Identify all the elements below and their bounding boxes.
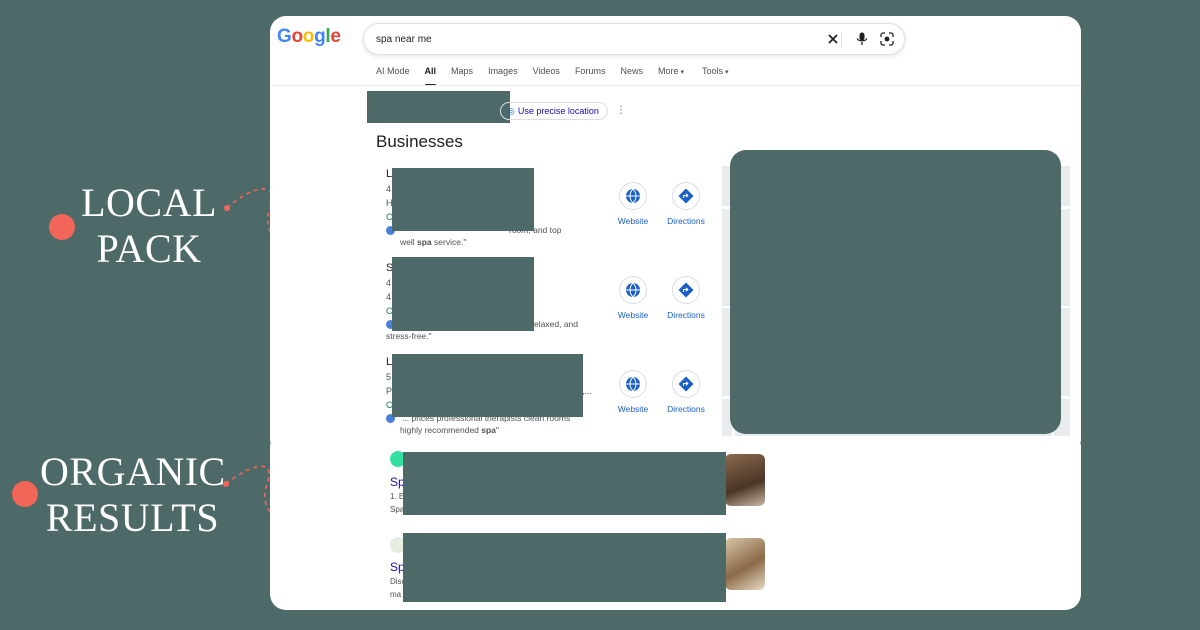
- tab-ai-mode[interactable]: AI Mode: [376, 66, 410, 86]
- tab-images[interactable]: Images: [488, 66, 518, 86]
- tab-maps[interactable]: Maps: [451, 66, 473, 86]
- logo-letter: G: [277, 26, 292, 47]
- organic-result-thumbnail[interactable]: [725, 538, 765, 590]
- redacted-listing-name: [392, 354, 583, 417]
- directions-label: Directions: [667, 404, 705, 414]
- website-label: Website: [617, 404, 649, 414]
- tab-label: More: [657, 66, 679, 76]
- redacted-organic-result: [403, 452, 726, 515]
- review-text: service.": [431, 237, 467, 247]
- local-pack-label-line2: PACK: [96, 226, 202, 271]
- tab-tools[interactable]: Tools ▾: [702, 66, 729, 86]
- review-highlight: spa: [417, 237, 432, 247]
- tab-label: News: [620, 66, 643, 76]
- camera-lens-icon[interactable]: [879, 31, 895, 47]
- website-label: Website: [617, 310, 649, 320]
- businesses-heading: Businesses: [376, 132, 463, 151]
- redacted-map: [730, 150, 1061, 434]
- organic-results-label: ORGANIC RESULTS: [40, 449, 225, 541]
- tab-label: Videos: [532, 66, 560, 76]
- tab-label: Tools: [702, 66, 724, 76]
- review-highlight: spa: [481, 425, 496, 435]
- logo-letter: g: [314, 26, 326, 47]
- organic-results-marker-dot: [12, 481, 38, 507]
- website-button[interactable]: Website: [603, 276, 663, 320]
- tab-all[interactable]: All: [424, 66, 437, 86]
- location-button-label: Use precise location: [517, 106, 599, 116]
- globe-icon: [619, 182, 647, 210]
- search-divider: [841, 32, 842, 48]
- directions-label: Directions: [667, 216, 705, 226]
- local-pack-label: LOCAL PACK: [78, 180, 220, 272]
- use-precise-location-button[interactable]: ◎ Use precise location: [500, 102, 608, 120]
- location-target-icon: ◎: [507, 105, 515, 116]
- local-pack-marker-dot: [49, 214, 75, 240]
- directions-icon: [672, 276, 700, 304]
- listing-rating: 4: [386, 278, 392, 288]
- website-label: Website: [617, 216, 649, 226]
- organic-result-thumbnail[interactable]: [725, 454, 765, 506]
- redacted-location: [367, 91, 510, 123]
- directions-label: Directions: [667, 310, 705, 320]
- logo-letter: o: [291, 26, 303, 47]
- tab-more[interactable]: More ▾: [658, 66, 684, 86]
- globe-icon: [619, 276, 647, 304]
- local-pack-label-line1: LOCAL: [81, 180, 217, 225]
- serp-organic-results-card: Sp 1. E Spa Sp Disc ma: [270, 440, 1081, 610]
- close-icon[interactable]: [825, 31, 841, 47]
- tabs-divider: [270, 85, 1081, 86]
- logo-letter: e: [330, 26, 341, 47]
- website-button[interactable]: Website: [603, 370, 663, 414]
- directions-button[interactable]: Directions: [656, 370, 716, 414]
- organic-result-snippet: ma: [390, 590, 402, 599]
- chevron-down-icon: ▾: [725, 69, 729, 76]
- organic-results-label-line2: RESULTS: [45, 495, 220, 540]
- listing-rating: 5: [386, 372, 392, 382]
- redacted-listing-name: [392, 257, 534, 331]
- google-logo[interactable]: Google: [277, 26, 341, 48]
- tab-label: Forums: [574, 66, 606, 76]
- globe-icon: [619, 370, 647, 398]
- directions-icon: [672, 370, 700, 398]
- review-text: ": [495, 425, 499, 435]
- search-input[interactable]: [376, 30, 796, 48]
- search-tabs: AI Mode All Maps Images Videos Forums Ne…: [376, 66, 744, 86]
- redacted-organic-result: [403, 533, 726, 602]
- directions-button[interactable]: Directions: [656, 182, 716, 226]
- directions-icon: [672, 182, 700, 210]
- directions-button[interactable]: Directions: [656, 276, 716, 320]
- tab-news[interactable]: News: [620, 66, 643, 86]
- tab-label: Images: [488, 66, 518, 76]
- listing-info: 4: [386, 292, 392, 302]
- tab-forums[interactable]: Forums: [575, 66, 606, 86]
- logo-letter: o: [302, 26, 315, 47]
- tab-label: AI Mode: [376, 66, 410, 76]
- chevron-down-icon: ▾: [680, 69, 684, 76]
- more-options-icon[interactable]: ⋮: [616, 105, 626, 116]
- redacted-listing-name: [392, 168, 534, 231]
- review-text: well: [400, 237, 418, 247]
- tab-label: All: [424, 66, 437, 76]
- review-text: highly recommended: [400, 425, 482, 435]
- review-text: stress-free.": [386, 331, 432, 341]
- organic-results-label-line1: ORGANIC: [40, 449, 226, 494]
- tab-label: Maps: [451, 66, 474, 76]
- website-button[interactable]: Website: [603, 182, 663, 226]
- mic-icon[interactable]: [854, 31, 870, 47]
- tab-videos[interactable]: Videos: [533, 66, 560, 86]
- listing-rating: 4: [386, 184, 392, 194]
- search-box[interactable]: [363, 23, 905, 55]
